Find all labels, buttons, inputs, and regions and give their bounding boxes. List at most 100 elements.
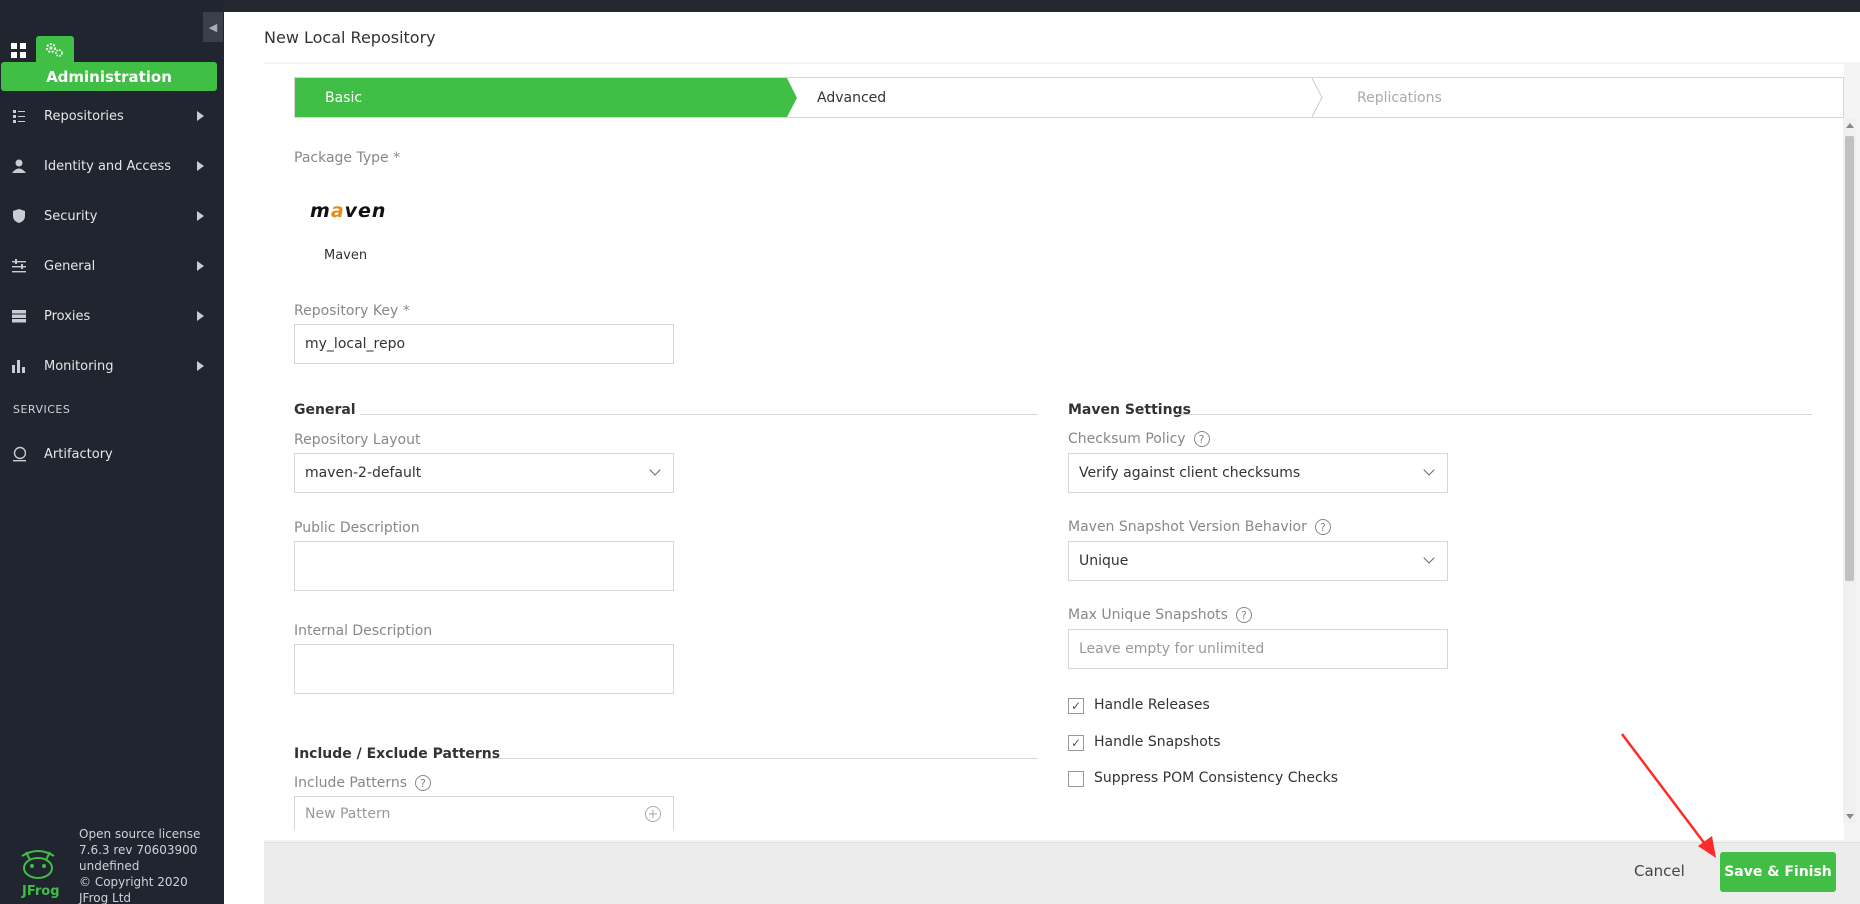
repo-key-input[interactable]: my_local_repo bbox=[294, 324, 674, 364]
scroll-down-icon[interactable] bbox=[1846, 814, 1854, 819]
include-patterns-placeholder: New Pattern bbox=[305, 805, 391, 822]
scroll-up-icon[interactable] bbox=[1846, 123, 1854, 128]
sidebar-item-monitoring[interactable]: Monitoring bbox=[0, 346, 210, 386]
snapshot-behavior-label-text: Maven Snapshot Version Behavior bbox=[1068, 519, 1307, 535]
sidebar: ◀ Administration Repositories Identity a… bbox=[0, 0, 224, 904]
max-snapshots-label-text: Max Unique Snapshots bbox=[1068, 607, 1228, 623]
handle-snapshots-checkbox[interactable]: ✓ bbox=[1068, 735, 1084, 751]
sidebar-item-proxies[interactable]: Proxies bbox=[0, 296, 210, 336]
sidebar-item-label: Proxies bbox=[44, 308, 91, 324]
checksum-label: Checksum Policy? bbox=[1068, 431, 1210, 447]
include-patterns-input[interactable]: New Pattern + bbox=[294, 796, 674, 830]
collapse-sidebar-button[interactable]: ◀ bbox=[203, 12, 223, 42]
artifactory-icon bbox=[12, 446, 26, 462]
checksum-label-text: Checksum Policy bbox=[1068, 431, 1186, 447]
wizard-steps: Basic Advanced Replications bbox=[294, 77, 1844, 118]
administration-tab[interactable]: Administration bbox=[1, 62, 217, 91]
section-divider bbox=[1178, 414, 1812, 415]
vertical-scrollbar[interactable] bbox=[1843, 118, 1856, 823]
sidebar-item-general[interactable]: General bbox=[0, 246, 210, 286]
sidebar-item-label: Monitoring bbox=[44, 358, 114, 374]
page-header: New Local Repository bbox=[224, 12, 1860, 62]
public-desc-textarea[interactable] bbox=[294, 541, 674, 591]
snapshot-behavior-select[interactable]: Unique bbox=[1068, 541, 1448, 581]
section-divider bbox=[476, 758, 1038, 759]
chevron-down-icon bbox=[1423, 464, 1435, 476]
maven-logo-part: ven bbox=[344, 200, 387, 222]
copyright-line: JFrog Ltd bbox=[79, 891, 132, 904]
checksum-value: Verify against client checksums bbox=[1079, 465, 1301, 481]
section-divider bbox=[360, 414, 1038, 415]
snapshot-behavior-label: Maven Snapshot Version Behavior? bbox=[1068, 519, 1331, 535]
form-panel bbox=[264, 64, 1844, 840]
caret-right-icon bbox=[197, 161, 204, 171]
sidebar-item-artifactory[interactable]: Artifactory bbox=[0, 434, 210, 474]
step-replications[interactable]: Replications bbox=[1335, 78, 1535, 117]
gear-icon[interactable] bbox=[36, 36, 74, 64]
maven-logo-part: a bbox=[330, 200, 345, 222]
caret-right-icon bbox=[197, 211, 204, 221]
max-snapshots-input[interactable]: Leave empty for unlimited bbox=[1068, 629, 1448, 669]
caret-right-icon bbox=[197, 311, 204, 321]
internal-desc-label: Internal Description bbox=[294, 623, 433, 639]
save-finish-button[interactable]: Save & Finish bbox=[1720, 852, 1836, 892]
step-advanced[interactable]: Advanced bbox=[817, 78, 1317, 117]
maven-logo[interactable]: maven bbox=[310, 200, 386, 222]
layout-select[interactable]: maven-2-default bbox=[294, 453, 674, 493]
caret-right-icon bbox=[197, 261, 204, 271]
jfrog-logo: JFrog bbox=[18, 848, 60, 904]
snapshot-behavior-value: Unique bbox=[1079, 553, 1129, 569]
sidebar-item-label: Repositories bbox=[44, 108, 124, 124]
plus-circle-icon[interactable]: + bbox=[645, 806, 661, 822]
help-icon[interactable]: ? bbox=[1314, 519, 1331, 535]
services-heading: SERVICES bbox=[13, 403, 71, 416]
chevron-down-icon bbox=[649, 464, 661, 476]
form-footer bbox=[264, 842, 1860, 904]
step-divider-icon bbox=[1311, 78, 1323, 117]
shield-icon bbox=[12, 209, 26, 223]
checksum-select[interactable]: Verify against client checksums bbox=[1068, 453, 1448, 493]
internal-desc-textarea[interactable] bbox=[294, 644, 674, 694]
sidebar-footer: JFrog Open source license 7.6.3 rev 7060… bbox=[18, 822, 218, 904]
handle-releases-checkbox[interactable]: ✓ bbox=[1068, 698, 1084, 714]
maven-settings-title: Maven Settings bbox=[1068, 402, 1191, 418]
cancel-button[interactable]: Cancel bbox=[1634, 862, 1685, 880]
handle-snapshots-label: Handle Snapshots bbox=[1094, 734, 1221, 750]
max-snapshots-placeholder: Leave empty for unlimited bbox=[1079, 641, 1265, 657]
sidebar-item-repositories[interactable]: Repositories bbox=[0, 96, 210, 136]
sidebar-item-label: General bbox=[44, 258, 96, 274]
include-patterns-label: Include Patterns? bbox=[294, 775, 432, 791]
step-basic[interactable]: Basic bbox=[295, 78, 797, 117]
suppress-pom-checkbox[interactable] bbox=[1068, 771, 1084, 787]
sidebar-item-identity-access[interactable]: Identity and Access bbox=[0, 146, 210, 186]
public-desc-label: Public Description bbox=[294, 520, 420, 536]
license-line: undefined bbox=[79, 859, 140, 873]
sidebar-item-label: Security bbox=[44, 208, 98, 224]
repo-key-label: Repository Key * bbox=[294, 303, 410, 319]
apps-grid-icon[interactable] bbox=[11, 43, 26, 58]
version-line: 7.6.3 rev 70603900 bbox=[79, 843, 198, 857]
include-patterns-text: Include Patterns bbox=[294, 775, 408, 791]
max-snapshots-label: Max Unique Snapshots? bbox=[1068, 607, 1252, 623]
sidebar-item-label: Artifactory bbox=[44, 446, 113, 462]
caret-right-icon bbox=[197, 111, 204, 121]
chevron-down-icon bbox=[1423, 552, 1435, 564]
repositories-icon bbox=[12, 109, 26, 123]
scroll-thumb[interactable] bbox=[1845, 136, 1854, 581]
server-icon bbox=[12, 309, 26, 323]
top-bar bbox=[0, 0, 1860, 12]
help-icon[interactable]: ? bbox=[1193, 431, 1210, 447]
layout-label: Repository Layout bbox=[294, 432, 421, 448]
sidebar-item-security[interactable]: Security bbox=[0, 196, 210, 236]
help-icon[interactable]: ? bbox=[415, 775, 432, 791]
license-line: Open source license bbox=[79, 827, 201, 841]
bar-chart-icon bbox=[12, 359, 26, 373]
caret-right-icon bbox=[197, 361, 204, 371]
repo-key-value: my_local_repo bbox=[305, 336, 406, 352]
package-type-label: Package Type * bbox=[294, 150, 401, 166]
license-info: Open source license 7.6.3 rev 70603900 u… bbox=[79, 826, 200, 904]
patterns-section-title: Include / Exclude Patterns bbox=[294, 746, 501, 762]
help-icon[interactable]: ? bbox=[1235, 607, 1252, 623]
user-icon bbox=[12, 159, 26, 173]
handle-releases-label: Handle Releases bbox=[1094, 697, 1210, 713]
